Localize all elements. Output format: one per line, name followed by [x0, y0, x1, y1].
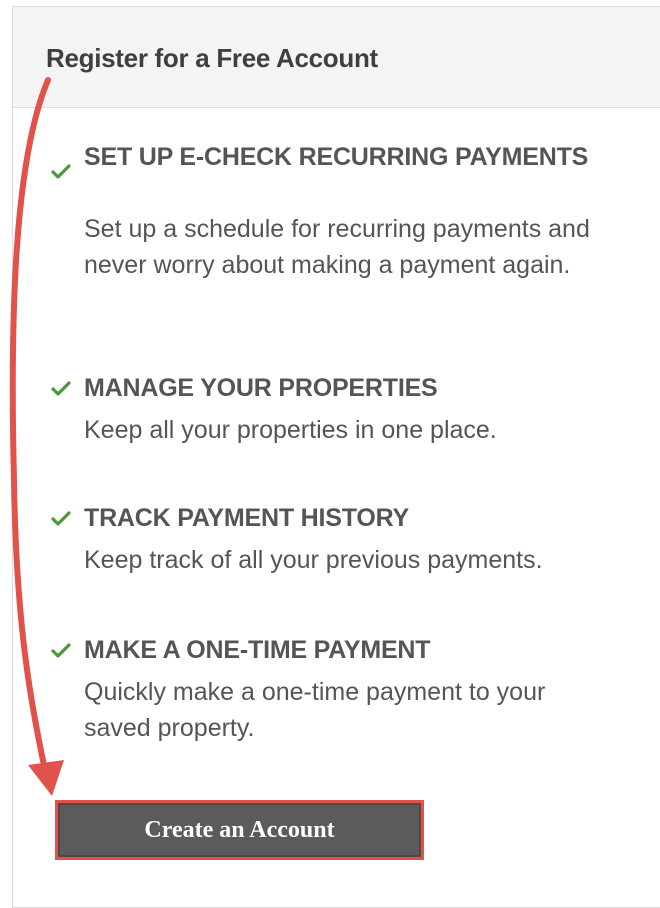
feature-description: Keep track of all your previous payments… [84, 546, 543, 574]
create-account-button[interactable]: Create an Account [55, 800, 424, 860]
feature-title: SET UP E-CHECK RECURRING PAYMENTS [84, 143, 589, 171]
feature-title: MAKE A ONE-TIME PAYMENT [84, 636, 431, 664]
feature-title: TRACK PAYMENT HISTORY [84, 504, 409, 532]
feature-title: MANAGE YOUR PROPERTIES [84, 374, 438, 402]
check-icon [51, 164, 71, 179]
panel-title: Register for a Free Account [46, 43, 378, 73]
feature-description: Quickly make a one-time payment to your … [84, 678, 546, 742]
check-icon [51, 643, 71, 658]
panel-header: Register for a Free Account [13, 7, 660, 108]
feature-description: Set up a schedule for recurring payments… [84, 215, 590, 279]
check-icon [51, 511, 71, 526]
check-icon [51, 381, 71, 396]
feature-description: Keep all your properties in one place. [84, 416, 497, 444]
